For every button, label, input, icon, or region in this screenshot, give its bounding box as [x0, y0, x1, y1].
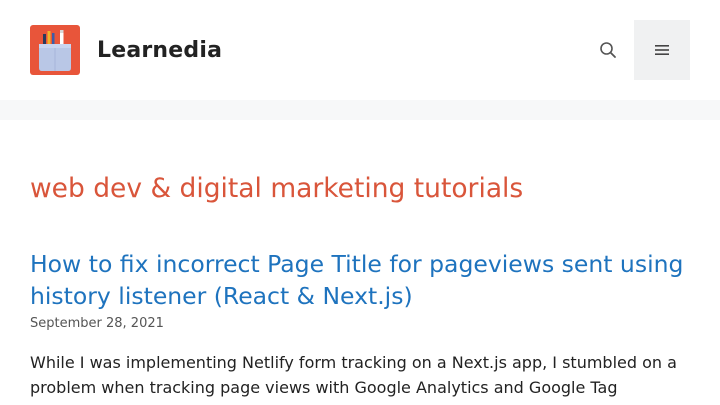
post-title-link[interactable]: How to fix incorrect Page Title for page… — [30, 250, 683, 310]
search-icon — [600, 42, 616, 58]
menu-toggle-button[interactable] — [634, 20, 690, 80]
archive-title: web dev & digital marketing tutorials — [30, 173, 524, 204]
main-content: web dev & digital marketing tutorials Ho… — [0, 120, 720, 405]
site-header: Learnedia — [0, 0, 720, 100]
post-date[interactable]: September 28, 2021 — [30, 315, 164, 333]
post-title: How to fix incorrect Page Title for page… — [30, 248, 690, 312]
pocket-logo-icon — [30, 25, 80, 75]
site-logo[interactable] — [30, 25, 80, 75]
hamburger-menu-icon — [655, 45, 669, 55]
search-button[interactable] — [594, 36, 622, 64]
post-excerpt: While I was implementing Netlify form tr… — [30, 353, 677, 397]
site-title[interactable]: Learnedia — [97, 35, 222, 67]
